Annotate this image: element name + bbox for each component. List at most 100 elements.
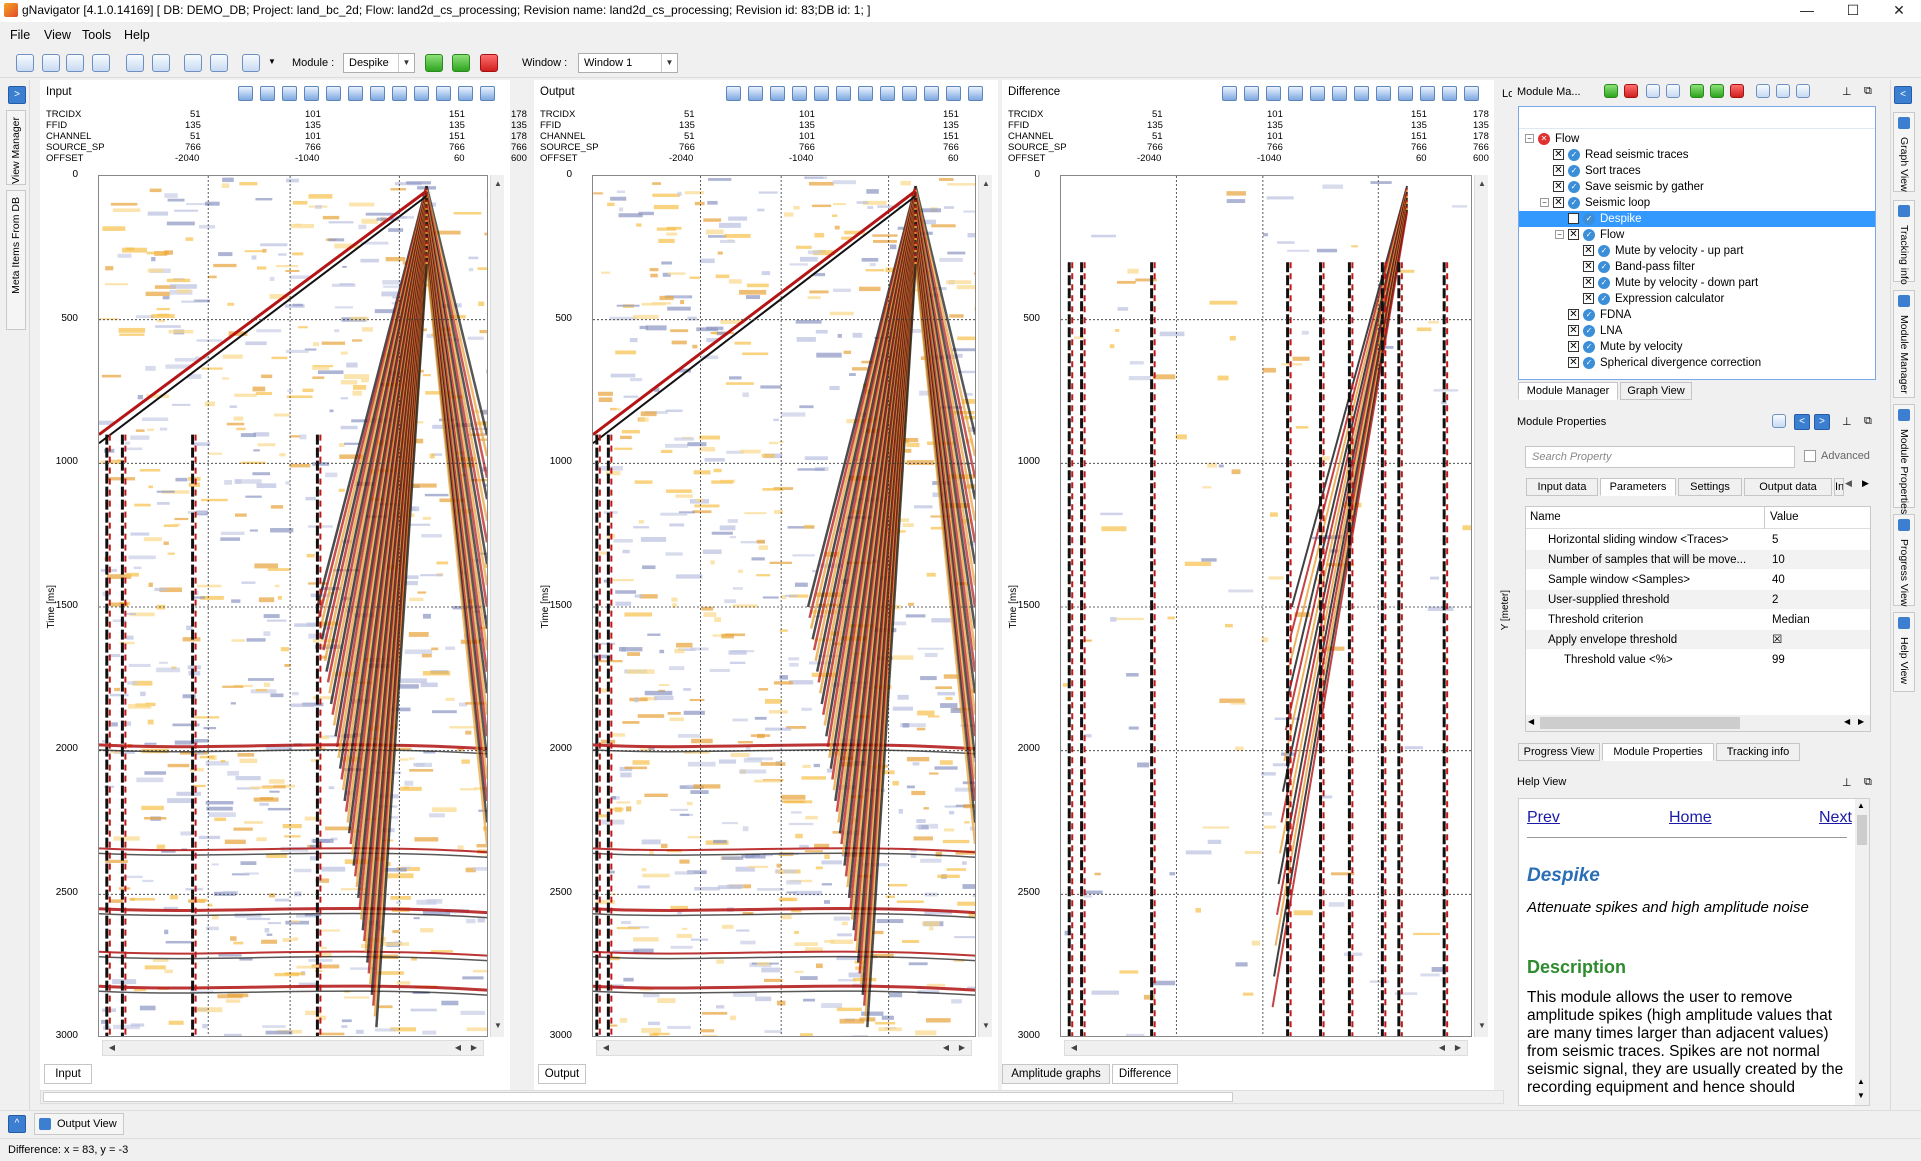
float-icon[interactable]: ⧉ xyxy=(1864,415,1872,428)
stop-icon[interactable] xyxy=(480,54,498,72)
enabled-checkbox[interactable]: ✕ xyxy=(1553,181,1564,193)
run-all-icon[interactable] xyxy=(452,54,470,72)
globe-icon[interactable] xyxy=(184,54,202,72)
enabled-checkbox[interactable]: ✕ xyxy=(1583,245,1594,257)
download-icon[interactable] xyxy=(1420,86,1435,101)
module-tree-item[interactable]: ✕ ✓ Mute by velocity - up part xyxy=(1519,243,1875,259)
property-value[interactable]: 2 xyxy=(1768,590,1778,610)
minimize-button[interactable]: — xyxy=(1784,0,1830,22)
settings-icon[interactable] xyxy=(238,86,253,101)
zoom-icon[interactable] xyxy=(1310,86,1325,101)
vertical-scrollbar[interactable]: ▲ ▼ xyxy=(1474,175,1488,1037)
module-tree-item[interactable]: − ✕ ✓ Flow xyxy=(1519,227,1875,243)
property-value[interactable]: 99 xyxy=(1768,650,1785,670)
scroll-left-icon[interactable]: ◀ xyxy=(105,1041,119,1055)
window-icon[interactable] xyxy=(902,86,917,101)
export-icon[interactable] xyxy=(152,54,170,72)
property-row[interactable]: Number of samples that will be move... 10 xyxy=(1526,550,1870,570)
scroll-up-icon[interactable]: ▲ xyxy=(1857,1077,1865,1086)
seismic-plot[interactable] xyxy=(98,175,488,1037)
property-row[interactable]: User-supplied threshold 2 xyxy=(1526,590,1870,610)
tab-parameters[interactable]: Parameters xyxy=(1600,478,1676,496)
run-all-icon[interactable] xyxy=(1710,84,1724,98)
help-next-link[interactable]: Next xyxy=(1819,809,1852,827)
enabled-checkbox[interactable]: ✕ xyxy=(1568,325,1579,337)
tab-module-properties[interactable]: Module Properties xyxy=(1602,743,1714,761)
save-icon[interactable] xyxy=(42,54,60,72)
paste-icon[interactable] xyxy=(1776,84,1790,98)
tab-module-manager[interactable]: Module Manager xyxy=(1518,382,1618,400)
pen-icon[interactable] xyxy=(458,86,473,101)
collapse-icon[interactable]: < xyxy=(1894,86,1912,104)
scroll-right-icon[interactable]: ▶ xyxy=(955,1041,969,1055)
property-row[interactable]: Sample window <Samples> 40 xyxy=(1526,570,1870,590)
module-tree-item[interactable]: − ✕ Flow xyxy=(1519,131,1875,147)
enabled-checkbox[interactable]: ✕ xyxy=(1568,341,1579,353)
pin-icon[interactable]: ⊥ xyxy=(1842,776,1852,789)
tab-tracking-info[interactable]: Tracking info xyxy=(1893,200,1915,285)
scroll-left-icon[interactable]: ◀ xyxy=(599,1041,613,1055)
refresh-icon[interactable] xyxy=(242,54,260,72)
tab-progress-view[interactable]: Progress View xyxy=(1518,743,1600,761)
menu-tools[interactable]: Tools xyxy=(82,28,111,42)
remove-module-icon[interactable] xyxy=(1624,84,1638,98)
grid-hscrollbar[interactable]: ◀ ◀ ▶ xyxy=(1526,715,1870,731)
zoom-in-icon[interactable] xyxy=(770,86,785,101)
tab-module-manager[interactable]: Module Manager xyxy=(1893,290,1915,398)
menu-file[interactable]: File xyxy=(10,28,30,42)
window-icon[interactable] xyxy=(1796,84,1810,98)
zoom-out-icon[interactable] xyxy=(1288,86,1303,101)
module-tree-item[interactable]: ✕ ✓ Sort traces xyxy=(1519,163,1875,179)
zoom-out-icon[interactable] xyxy=(304,86,319,101)
new-icon[interactable] xyxy=(16,54,34,72)
stop-icon[interactable] xyxy=(1730,84,1744,98)
tab-output-view[interactable]: Output View xyxy=(34,1113,124,1135)
enabled-checkbox[interactable]: ✕ xyxy=(1583,277,1594,289)
scroll-left-icon[interactable]: ◀ xyxy=(939,1041,953,1055)
scroll-left-icon[interactable]: ◀ xyxy=(451,1041,465,1055)
module-tree-item[interactable]: ✕ ✓ Mute by velocity - down part xyxy=(1519,275,1875,291)
enabled-checkbox[interactable]: ✕ xyxy=(1583,293,1594,305)
vertical-scrollbar[interactable]: ▲ ▼ xyxy=(490,175,504,1037)
pin-icon[interactable]: ⊥ xyxy=(1842,85,1852,98)
tab-in[interactable]: In xyxy=(1834,478,1844,496)
move-up-icon[interactable] xyxy=(1646,84,1660,98)
select-icon[interactable] xyxy=(748,86,763,101)
module-tree-item[interactable]: ✕ ✓ Read seismic traces xyxy=(1519,147,1875,163)
horizontal-scrollbar[interactable]: ◀ ◀ ▶ xyxy=(102,1040,484,1056)
menu-help[interactable]: Help xyxy=(124,28,150,42)
scroll-down-icon[interactable]: ▼ xyxy=(1857,1091,1865,1100)
tab-output-data[interactable]: Output data xyxy=(1744,478,1832,496)
module-tree-item[interactable]: ✕ ✓ Spherical divergence correction xyxy=(1519,355,1875,371)
tab-scroll-left-icon[interactable]: ◀ xyxy=(1845,478,1852,489)
tab-scroll-right-icon[interactable]: ▶ xyxy=(1862,478,1869,489)
scroll-right-icon[interactable]: ▶ xyxy=(1858,717,1864,726)
chart-icon[interactable] xyxy=(1354,86,1369,101)
pointer-icon[interactable] xyxy=(1376,86,1391,101)
download-icon[interactable] xyxy=(924,86,939,101)
grid-icon[interactable] xyxy=(348,86,363,101)
settings-icon[interactable] xyxy=(1222,86,1237,101)
workspace-hscrollbar[interactable] xyxy=(40,1090,1504,1104)
scroll-up-icon[interactable]: ▲ xyxy=(979,177,993,191)
scroll-thumb[interactable] xyxy=(1857,815,1867,845)
module-tree-item[interactable]: − ✕ ✓ Seismic loop xyxy=(1519,195,1875,211)
scroll-right-icon[interactable]: ◀ xyxy=(1844,717,1850,726)
scroll-left-icon[interactable]: ◀ xyxy=(1067,1041,1081,1055)
enabled-checkbox[interactable]: ✕ xyxy=(1553,149,1564,161)
download-icon[interactable] xyxy=(436,86,451,101)
module-tree-item[interactable]: ✕ ✓ FDNA xyxy=(1519,307,1875,323)
target-icon[interactable] xyxy=(480,86,495,101)
copy-icon[interactable] xyxy=(1756,84,1770,98)
advanced-checkbox[interactable] xyxy=(1804,450,1816,462)
pointer-icon[interactable] xyxy=(880,86,895,101)
module-tree-item[interactable]: ✕ ✓ Mute by velocity xyxy=(1519,339,1875,355)
target-icon[interactable] xyxy=(968,86,983,101)
scroll-down-icon[interactable]: ▼ xyxy=(979,1019,993,1033)
tab-graph-view[interactable]: Graph View xyxy=(1893,112,1915,192)
enabled-checkbox[interactable]: ✕ xyxy=(1568,213,1579,225)
search-property-input[interactable]: Search Property xyxy=(1525,446,1795,468)
horizontal-scrollbar[interactable]: ◀ ◀ ▶ xyxy=(596,1040,972,1056)
collapse-icon[interactable]: − xyxy=(1555,230,1564,240)
tab-input-data[interactable]: Input data xyxy=(1526,478,1598,496)
